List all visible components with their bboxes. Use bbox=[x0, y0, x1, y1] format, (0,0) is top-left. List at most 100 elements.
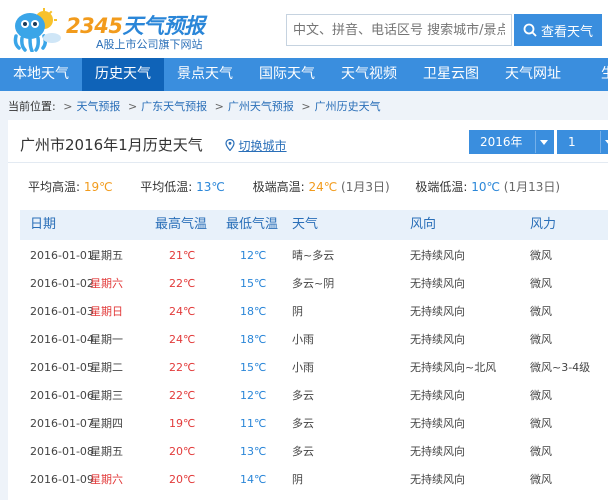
min-low-label: 极端低温: bbox=[415, 180, 468, 194]
city-search-input[interactable] bbox=[286, 14, 512, 46]
min-low-value: 10℃ bbox=[471, 180, 500, 194]
cell-weekday: 星期四 bbox=[90, 417, 123, 430]
cell-wind-power: 微风 bbox=[530, 417, 552, 430]
cell-high-temp: 22℃ bbox=[169, 389, 196, 402]
nav-item-links[interactable]: 天气网址 bbox=[492, 58, 574, 91]
cell-weather: 阴 bbox=[292, 305, 303, 318]
main-nav: 本地天气 历史天气 景点天气 国际天气 天气视频 卫星云图 天气网址 生活 bbox=[0, 58, 608, 91]
title-row: 广州市2016年1月历史天气 切换城市 bbox=[20, 134, 287, 155]
table-row: 2016-01-09 星期六 20℃ 14℃ 阴 无持续风向 微风 bbox=[20, 466, 608, 494]
breadcrumb-item[interactable]: 天气预报 bbox=[76, 100, 120, 113]
column-header-wind-power: 风力 bbox=[530, 217, 557, 232]
cell-wind-direction: 无持续风向 bbox=[410, 277, 465, 290]
switch-city-link[interactable]: 切换城市 bbox=[224, 139, 287, 153]
cell-wind-power: 微风 bbox=[530, 333, 552, 346]
column-header-wind-direction: 风向 bbox=[410, 217, 437, 232]
cell-wind-power: 微风~3-4级 bbox=[530, 361, 591, 374]
cell-weekday: 星期六 bbox=[90, 277, 123, 290]
table-row: 2016-01-06 星期三 22℃ 12℃ 多云 无持续风向 微风 bbox=[20, 382, 608, 410]
search-icon bbox=[523, 23, 537, 37]
cell-date: 2016-01-05 bbox=[30, 361, 94, 374]
column-header-weather: 天气 bbox=[292, 217, 319, 232]
table-row: 2016-01-02 星期六 22℃ 15℃ 多云~阴 无持续风向 微风 bbox=[20, 270, 608, 298]
cell-wind-power: 微风 bbox=[530, 305, 552, 318]
switch-city-label: 切换城市 bbox=[238, 139, 287, 153]
cell-weather: 多云 bbox=[292, 445, 314, 458]
cell-weather: 小雨 bbox=[292, 361, 314, 374]
avg-high-label: 平均高温: bbox=[28, 180, 81, 194]
cell-high-temp: 20℃ bbox=[169, 445, 196, 458]
history-panel: 广州市2016年1月历史天气 切换城市 2016年 1月 平均高温: 19℃ 平… bbox=[8, 120, 608, 500]
min-low-date: (1月13日) bbox=[503, 180, 561, 194]
site-logo[interactable]: 2345天气预报 A股上市公司旗下网站 bbox=[10, 8, 210, 52]
nav-item-international[interactable]: 国际天气 bbox=[246, 58, 328, 91]
cell-date: 2016-01-07 bbox=[30, 417, 94, 430]
table-row: 2016-01-04 星期一 24℃ 18℃ 小雨 无持续风向 微风 bbox=[20, 326, 608, 354]
cell-weather: 小雨 bbox=[292, 333, 314, 346]
nav-item-life[interactable]: 生活 bbox=[574, 58, 608, 91]
table-row: 2016-01-03 星期日 24℃ 18℃ 阴 无持续风向 微风 bbox=[20, 298, 608, 326]
cell-weekday: 星期五 bbox=[90, 249, 123, 262]
nav-item-scenic[interactable]: 景点天气 bbox=[164, 58, 246, 91]
cell-wind-power: 微风 bbox=[530, 249, 552, 262]
cell-wind-direction: 无持续风向 bbox=[410, 473, 465, 486]
cell-high-temp: 22℃ bbox=[169, 277, 196, 290]
cell-weekday: 星期三 bbox=[90, 389, 123, 402]
year-select[interactable]: 2016年 bbox=[469, 130, 554, 154]
nav-item-history[interactable]: 历史天气 bbox=[82, 58, 164, 91]
cell-wind-direction: 无持续风向 bbox=[410, 305, 465, 318]
nav-item-satellite[interactable]: 卫星云图 bbox=[410, 58, 492, 91]
cell-wind-power: 微风 bbox=[530, 473, 552, 486]
cell-low-temp: 15℃ bbox=[240, 277, 267, 290]
cell-wind-power: 微风 bbox=[530, 389, 552, 402]
cell-high-temp: 21℃ bbox=[169, 249, 196, 262]
page-title: 广州市2016年1月历史天气 bbox=[20, 136, 203, 154]
avg-low-value: 13℃ bbox=[196, 180, 225, 194]
cell-date: 2016-01-08 bbox=[30, 445, 94, 458]
cell-high-temp: 24℃ bbox=[169, 333, 196, 346]
cell-weather: 阴 bbox=[292, 473, 303, 486]
cell-high-temp: 20℃ bbox=[169, 473, 196, 486]
cell-weekday: 星期日 bbox=[90, 305, 123, 318]
cell-weather: 多云~阴 bbox=[292, 277, 335, 290]
cell-low-temp: 12℃ bbox=[240, 249, 267, 262]
cell-weather: 多云 bbox=[292, 389, 314, 402]
cell-low-temp: 13℃ bbox=[240, 445, 267, 458]
cell-high-temp: 22℃ bbox=[169, 361, 196, 374]
breadcrumb: 当前位置: > 天气预报 > 广东天气预报 > 广州天气预报 > 广州历史天气 bbox=[8, 100, 381, 113]
chevron-down-icon bbox=[600, 131, 608, 153]
column-header-high: 最高气温 bbox=[155, 217, 208, 232]
cell-weekday: 星期一 bbox=[90, 333, 123, 346]
nav-item-video[interactable]: 天气视频 bbox=[328, 58, 410, 91]
cell-weather: 晴~多云 bbox=[292, 249, 335, 262]
year-select-value: 2016年 bbox=[470, 131, 535, 153]
brand-slogan: A股上市公司旗下网站 bbox=[96, 38, 203, 51]
cell-wind-power: 微风 bbox=[530, 445, 552, 458]
breadcrumb-item[interactable]: 广州历史天气 bbox=[315, 100, 381, 113]
table-row: 2016-01-07 星期四 19℃ 11℃ 多云 无持续风向 微风 bbox=[20, 410, 608, 438]
divider bbox=[8, 162, 608, 163]
breadcrumb-item[interactable]: 广州天气预报 bbox=[228, 100, 294, 113]
month-select[interactable]: 1月 bbox=[557, 130, 608, 171]
search-button[interactable]: 查看天气 bbox=[514, 14, 602, 46]
breadcrumb-item[interactable]: 广东天气预报 bbox=[141, 100, 207, 113]
octopus-mascot-icon bbox=[13, 8, 61, 52]
max-high-label: 极端高温: bbox=[252, 180, 305, 194]
avg-low-label: 平均低温: bbox=[140, 180, 193, 194]
max-high-value: 24℃ bbox=[308, 180, 338, 194]
cell-weather: 多云 bbox=[292, 417, 314, 430]
avg-high-value: 19℃ bbox=[83, 180, 113, 194]
site-header: 2345天气预报 A股上市公司旗下网站 查看天气 bbox=[0, 0, 608, 58]
cell-wind-power: 微风 bbox=[530, 277, 552, 290]
month-select-value: 1月 bbox=[558, 131, 601, 171]
location-pin-icon bbox=[224, 139, 235, 151]
search-button-label: 查看天气 bbox=[540, 24, 593, 40]
cell-date: 2016-01-04 bbox=[30, 333, 94, 346]
table-row: 2016-01-08 星期五 20℃ 13℃ 多云 无持续风向 微风 bbox=[20, 438, 608, 466]
breadcrumb-prefix: 当前位置: bbox=[8, 100, 56, 113]
column-header-date: 日期 bbox=[30, 217, 57, 232]
cell-high-temp: 24℃ bbox=[169, 305, 196, 318]
cell-wind-direction: 无持续风向 bbox=[410, 417, 465, 430]
nav-item-local[interactable]: 本地天气 bbox=[0, 58, 82, 91]
cell-date: 2016-01-02 bbox=[30, 277, 94, 290]
